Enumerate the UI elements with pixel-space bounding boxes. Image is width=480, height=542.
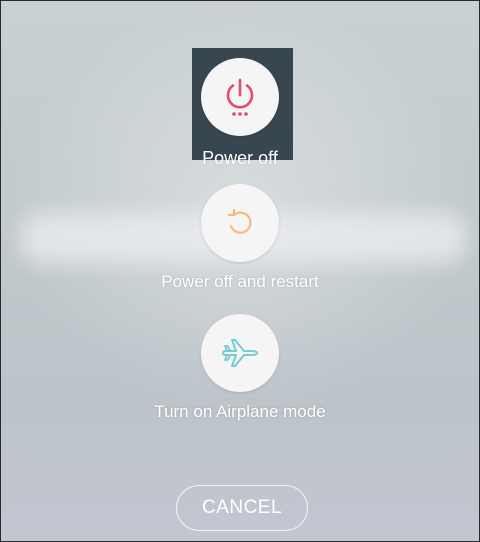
- airplane-icon: [220, 336, 260, 370]
- power-off-and-restart-label: Power off and restart: [161, 272, 319, 291]
- restart-icon: [224, 207, 256, 239]
- airplane-circle[interactable]: [201, 314, 279, 392]
- cancel-button[interactable]: CANCEL: [176, 485, 308, 531]
- power-off-option[interactable]: Power off: [1, 58, 479, 169]
- airplane-mode-option[interactable]: Turn on Airplane mode: [1, 314, 479, 422]
- power-menu-screen: Power off Power off and restart Turn on: [0, 0, 480, 542]
- airplane-mode-label: Turn on Airplane mode: [154, 402, 326, 421]
- power-off-label: Power off: [202, 148, 278, 168]
- power-icon: [222, 77, 258, 117]
- restart-circle[interactable]: [201, 184, 279, 262]
- power-off-and-restart-option[interactable]: Power off and restart: [1, 184, 479, 292]
- power-off-circle[interactable]: [201, 58, 279, 136]
